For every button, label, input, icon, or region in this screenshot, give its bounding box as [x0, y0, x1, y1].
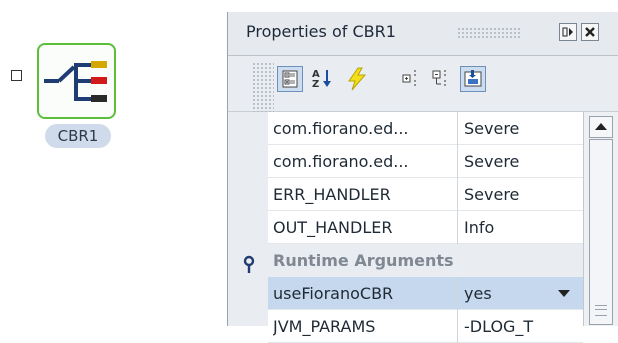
scroll-up-button[interactable]	[589, 116, 613, 138]
chevron-down-icon[interactable]	[558, 290, 570, 297]
sort-alpha-icon[interactable]: A Z	[310, 66, 336, 92]
property-row[interactable]: com.fiorano.ed... Severe	[268, 145, 583, 178]
collapse-all-icon[interactable]	[430, 66, 456, 92]
categorized-icon[interactable]	[277, 66, 303, 92]
close-icon[interactable]	[581, 23, 599, 41]
property-value[interactable]: -DLOG_T	[464, 310, 583, 343]
grid-gutter	[228, 112, 268, 326]
property-grid: com.fiorano.ed... Severe com.fiorano.ed.…	[228, 112, 618, 343]
property-row-selected[interactable]: useFioranoCBR yes	[268, 277, 583, 310]
property-row[interactable]: OUT_HANDLER Info	[268, 211, 583, 244]
thumb-grip-icon	[595, 305, 607, 316]
panel-toolbar: A Z	[228, 56, 618, 112]
property-value[interactable]: Info	[464, 211, 583, 244]
svg-text:Z: Z	[312, 79, 319, 90]
cbr-component[interactable]	[37, 43, 116, 119]
float-icon[interactable]	[559, 23, 577, 41]
property-name: com.fiorano.ed...	[273, 112, 458, 145]
titlebar-grip	[457, 27, 521, 40]
property-row[interactable]: ERR_HANDLER Severe	[268, 178, 583, 211]
expand-all-icon[interactable]	[400, 66, 426, 92]
property-name: ERR_HANDLER	[273, 178, 458, 211]
property-name: JVM_PARAMS	[273, 310, 458, 343]
category-pin-icon	[243, 255, 255, 273]
property-row[interactable]: com.fiorano.ed... Severe	[268, 112, 583, 145]
panel-titlebar[interactable]: Properties of CBR1	[228, 12, 618, 56]
content-router-icon	[44, 61, 107, 102]
events-icon[interactable]	[344, 66, 370, 92]
property-name: OUT_HANDLER	[273, 211, 458, 244]
property-value[interactable]: Severe	[464, 178, 583, 211]
scroll-thumb[interactable]	[589, 139, 613, 325]
toolbar-grip	[252, 62, 274, 112]
property-row[interactable]: JVM_PARAMS -DLOG_T	[268, 310, 583, 343]
property-name: useFioranoCBR	[273, 277, 458, 310]
selection-handle[interactable]	[11, 70, 22, 81]
property-name: com.fiorano.ed...	[273, 145, 458, 178]
component-name-label[interactable]: CBR1	[45, 124, 111, 148]
panel-title: Properties of CBR1	[246, 22, 396, 41]
category-runtime-arguments[interactable]: Runtime Arguments	[268, 244, 583, 277]
properties-panel: Properties of CBR1 A Z com.fiorano.ed...…	[227, 12, 618, 343]
vertical-scrollbar[interactable]	[583, 112, 618, 326]
property-value[interactable]: Severe	[464, 112, 583, 145]
property-value[interactable]: Severe	[464, 145, 583, 178]
description-icon[interactable]	[460, 66, 486, 92]
